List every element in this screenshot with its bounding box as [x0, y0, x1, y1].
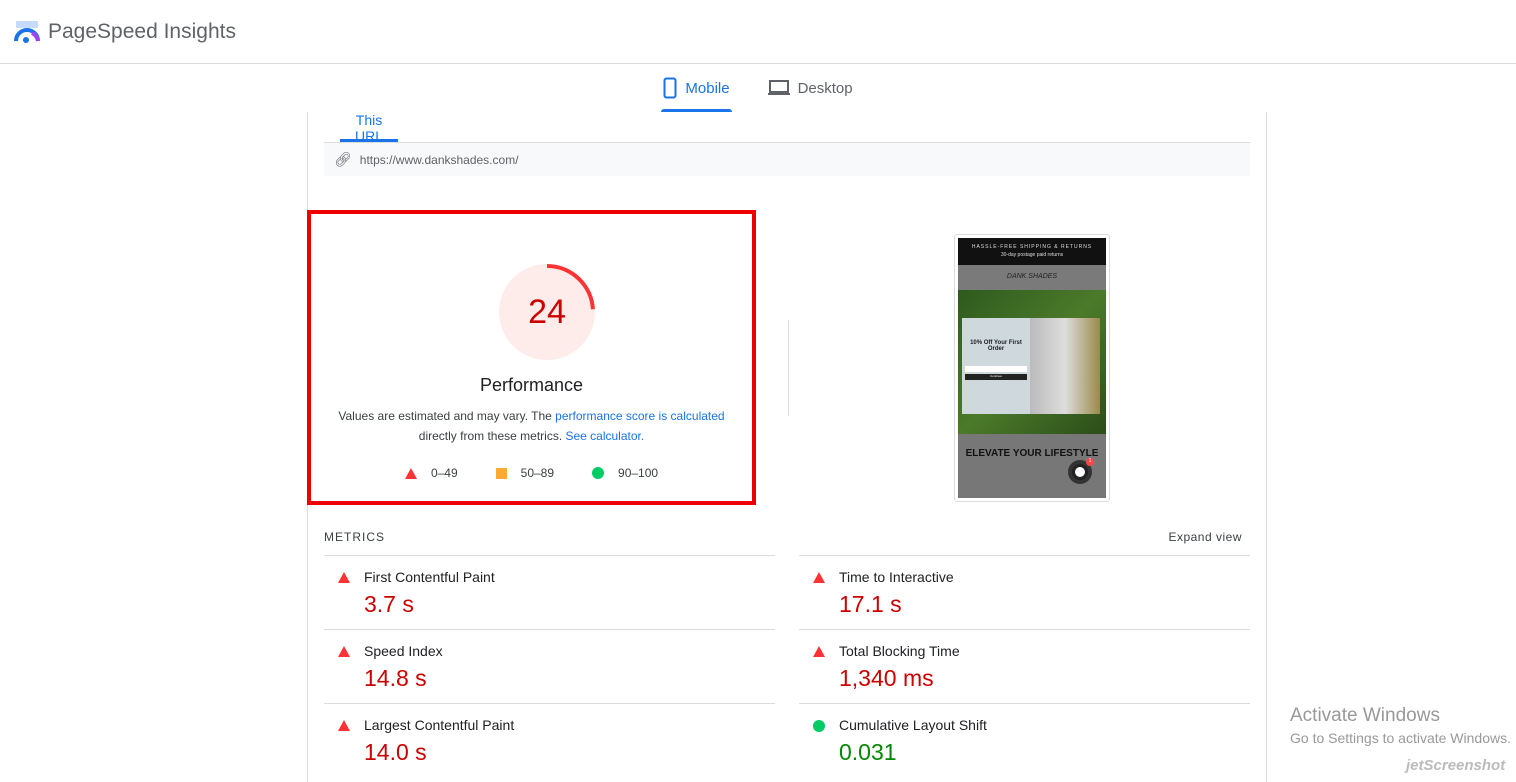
activate-windows-text: Go to Settings to activate Windows. [1290, 730, 1511, 746]
tab-mobile[interactable]: Mobile [661, 64, 732, 112]
circle-icon [592, 467, 605, 479]
expand-view-button[interactable]: Expand view [1168, 530, 1242, 544]
metrics-heading: METRICS [324, 530, 385, 544]
activate-windows-title: Activate Windows [1290, 705, 1440, 726]
tab-mobile-label: Mobile [685, 79, 730, 97]
link-icon: 🔗︎ [334, 151, 352, 167]
metric-label: First Contentful Paint [364, 569, 495, 585]
circle-icon [813, 720, 825, 732]
metric-value: 17.1 s [839, 591, 902, 617]
phone-icon [663, 77, 677, 99]
shot-banner: HASSLE-FREE SHIPPING & RETURNS 30-day pos… [958, 238, 1106, 265]
triangle-icon [338, 572, 350, 583]
shot-banner-2: 30-day postage paid returns [1000, 252, 1064, 258]
legend-range: 90–100 [618, 466, 659, 480]
app-title[interactable]: PageSpeed Insights [48, 20, 236, 44]
device-tabs: Mobile Desktop [0, 64, 1516, 112]
performance-label: Performance [479, 375, 584, 395]
score-description: Values are estimated and may vary. The p… [331, 406, 732, 446]
see-calculator-link[interactable]: See calculator. [565, 429, 644, 443]
triangle-icon [404, 467, 417, 479]
metric-label: Cumulative Layout Shift [839, 717, 987, 733]
performance-score-section: 24 Performance Values are estimated and … [307, 210, 756, 505]
laptop-icon [767, 80, 790, 95]
metric-value: 14.0 s [364, 739, 427, 765]
url-bar: 🔗︎ https://www.dankshades.com/ [324, 142, 1250, 176]
tab-desktop[interactable]: Desktop [766, 64, 855, 112]
triangle-icon [813, 646, 825, 657]
triangle-icon [338, 720, 350, 731]
legend-good: 90–100 [592, 466, 658, 480]
metric-item: Time to Interactive 17.1 s [799, 555, 1250, 629]
shot-hero: 10% Off Your First Order Continue [958, 290, 1106, 434]
legend-poor: 0–49 [404, 466, 458, 480]
metric-item: Total Blocking Time 1,340 ms [799, 629, 1250, 703]
legend-average: 50–89 [495, 466, 555, 480]
metric-label: Largest Contentful Paint [364, 717, 515, 733]
tested-url[interactable]: https://www.dankshades.com/ [360, 153, 519, 167]
shot-banner-1: HASSLE-FREE SHIPPING & RETURNS [971, 244, 1093, 250]
metric-item: First Contentful Paint 3.7 s [324, 555, 775, 629]
metrics-grid: First Contentful Paint 3.7 s Time to Inter… [324, 555, 1250, 777]
metric-value: 1,340 ms [839, 665, 934, 691]
performance-score: 24 [528, 292, 566, 331]
divider [788, 320, 789, 416]
metric-label: Speed Index [364, 643, 443, 659]
report-panel: This URL 🔗︎ https://www.dankshades.com/ … [307, 112, 1267, 782]
metric-value: 14.8 s [364, 665, 427, 691]
metric-value: 0.031 [839, 739, 897, 765]
desc-text: Values are estimated and may vary. The [338, 409, 556, 423]
score-legend: 0–49 50–89 90–100 [311, 466, 752, 480]
metric-label: Time to Interactive [839, 569, 954, 585]
metric-item: Speed Index 14.8 s [324, 629, 775, 703]
triangle-icon [338, 646, 350, 657]
square-icon [495, 467, 507, 479]
metric-item: Largest Contentful Paint 14.0 s [324, 703, 775, 777]
legend-range: 0–49 [430, 466, 458, 480]
legend-range: 50–89 [520, 466, 555, 480]
tab-desktop-label: Desktop [797, 79, 853, 97]
triangle-icon [813, 572, 825, 583]
shot-popup: 10% Off Your First Order Continue [962, 318, 1100, 414]
page-screenshot: HASSLE-FREE SHIPPING & RETURNS 30-day pos… [954, 234, 1110, 502]
tab-this-url[interactable]: This URL [340, 112, 398, 144]
metric-item: Cumulative Layout Shift 0.031 [799, 703, 1250, 777]
shot-logo: DANK SHADES [958, 265, 1106, 290]
score-calculated-link[interactable]: performance score is calculated [555, 409, 724, 423]
pagespeed-logo-icon [14, 20, 40, 43]
desc-text-2: directly from these metrics. [418, 429, 566, 443]
metric-label: Total Blocking Time [839, 643, 960, 659]
chat-badge: 1 [1086, 458, 1094, 466]
shot-popup-title: 10% Off Your First Order [970, 340, 1022, 352]
shot-headline: ELEVATE YOUR LIFESTYLE [965, 448, 1099, 459]
metric-value: 3.7 s [364, 591, 414, 617]
jetscreenshot-watermark: jetScreenshot [1406, 757, 1506, 774]
shot-popup-button: Continue [965, 374, 1027, 380]
app-header: PageSpeed Insights [0, 0, 1516, 64]
